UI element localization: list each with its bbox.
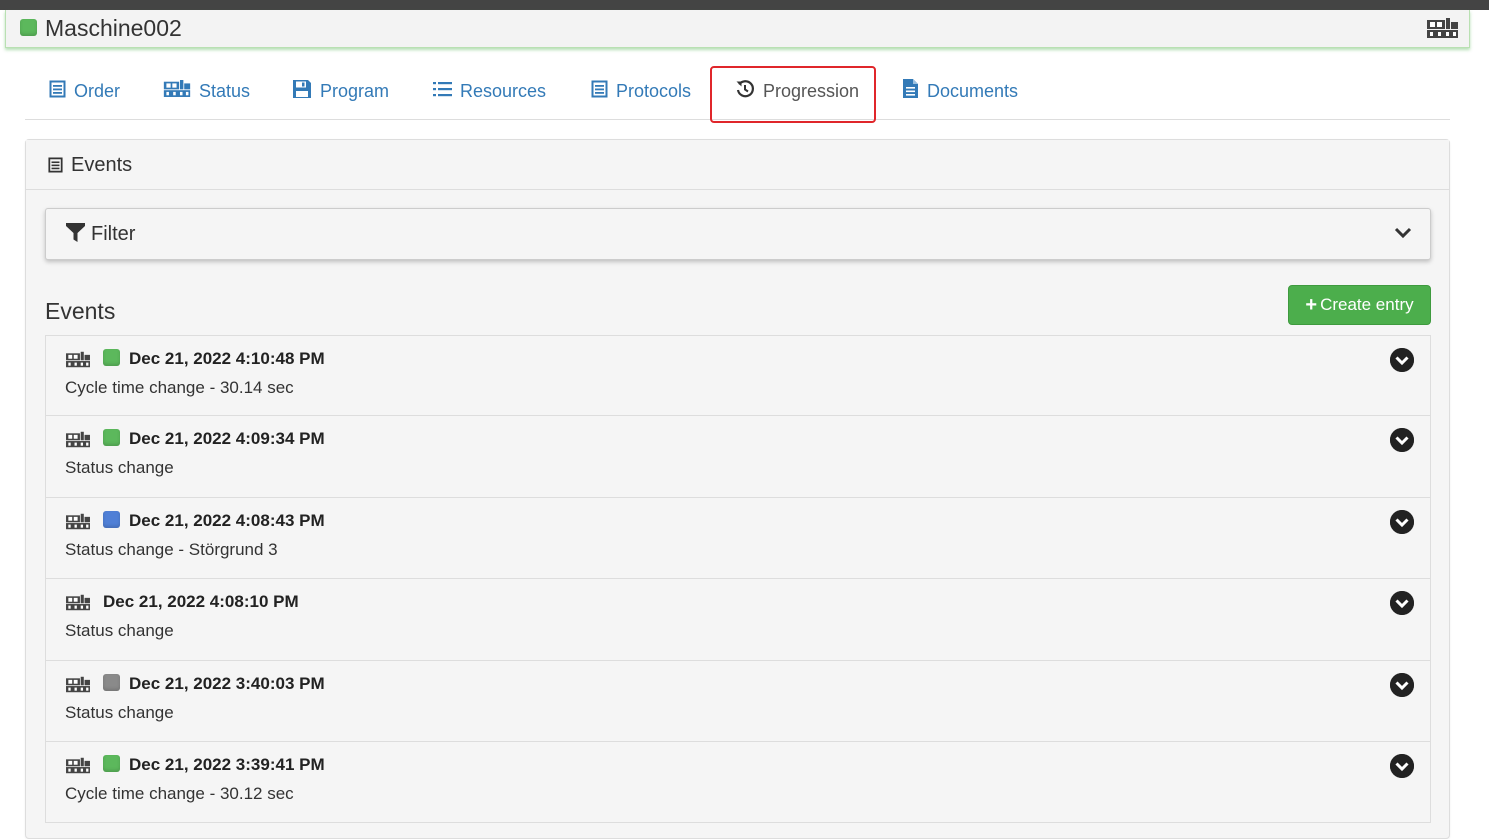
event-description: Status change - Störgrund 3 xyxy=(65,539,278,559)
event-description: Cycle time change - 30.14 sec xyxy=(65,378,294,397)
panel-title: Events xyxy=(71,154,133,176)
filter-icon xyxy=(66,223,85,247)
list-icon xyxy=(433,81,460,102)
expand-chevron-icon[interactable] xyxy=(1390,753,1414,778)
expand-chevron-icon[interactable] xyxy=(1390,672,1414,697)
machine-status-indicator xyxy=(20,19,37,36)
event-item[interactable]: Dec 21, 2022 4:08:43 PM Status change - S… xyxy=(45,497,1431,580)
event-item[interactable]: Dec 21, 2022 3:39:41 PM Cycle time change… xyxy=(45,741,1431,824)
list-alt-icon xyxy=(591,80,616,103)
tab-resources[interactable]: Resources xyxy=(433,62,546,120)
event-date: Dec 21, 2022 4:10:48 PM xyxy=(129,349,325,368)
status-indicator xyxy=(103,429,120,447)
event-description: Cycle time change - 30.12 sec xyxy=(65,783,294,803)
active-tab-highlight xyxy=(710,66,876,123)
events-list: Dec 21, 2022 4:10:48 PM Cycle time change… xyxy=(45,335,1431,824)
tab-protocols[interactable]: Protocols xyxy=(591,62,691,120)
event-date: Dec 21, 2022 4:09:34 PM xyxy=(129,429,325,449)
status-indicator xyxy=(103,754,120,772)
machine-icon xyxy=(163,79,199,103)
list-alt-icon xyxy=(48,157,63,178)
tab-label: Status xyxy=(199,80,251,101)
machine-icon xyxy=(65,676,91,698)
event-description: Status change xyxy=(65,458,174,478)
list-alt-icon xyxy=(49,80,74,103)
filter-label: Filter xyxy=(91,223,136,245)
event-description: Status change xyxy=(65,621,174,641)
tab-order[interactable]: Order xyxy=(49,62,120,120)
machine-icon xyxy=(65,513,91,535)
event-date: Dec 21, 2022 3:39:41 PM xyxy=(129,754,325,774)
tab-label: Program xyxy=(320,80,390,101)
status-indicator xyxy=(103,349,120,366)
event-date: Dec 21, 2022 4:08:10 PM xyxy=(103,592,299,612)
machine-icon xyxy=(65,594,91,616)
machine-icon xyxy=(65,431,91,453)
tab-program[interactable]: Program xyxy=(292,62,389,120)
event-item[interactable]: Dec 21, 2022 4:10:48 PM Cycle time change… xyxy=(45,335,1431,417)
tab-status[interactable]: Status xyxy=(163,62,250,120)
expand-chevron-icon[interactable] xyxy=(1390,428,1414,453)
event-item[interactable]: Dec 21, 2022 3:40:03 PM Status change xyxy=(45,660,1431,742)
chevron-down-icon xyxy=(1394,226,1412,244)
event-date: Dec 21, 2022 3:40:03 PM xyxy=(129,673,325,693)
tab-label: Order xyxy=(74,80,121,101)
tab-documents[interactable]: Documents xyxy=(902,62,1018,120)
expand-chevron-icon[interactable] xyxy=(1390,509,1414,534)
event-description: Status change xyxy=(65,702,174,722)
machine-header: Maschine002 xyxy=(5,10,1470,48)
plus-icon: + xyxy=(1305,294,1318,316)
file-icon xyxy=(902,78,927,104)
tab-label: Resources xyxy=(460,80,547,101)
event-date: Dec 21, 2022 4:08:43 PM xyxy=(129,510,325,530)
event-item[interactable]: Dec 21, 2022 4:09:34 PM Status change xyxy=(45,416,1431,498)
status-indicator xyxy=(103,673,120,691)
expand-chevron-icon[interactable] xyxy=(1390,348,1414,372)
machine-title: Maschine002 xyxy=(45,15,182,41)
filter-toggle[interactable]: Filter xyxy=(45,208,1431,260)
events-panel: Events Filter Events + Create entry Dec … xyxy=(25,139,1450,839)
create-entry-label: Create entry xyxy=(1320,295,1414,314)
machine-icon xyxy=(65,757,91,779)
panel-header: Events xyxy=(26,140,1449,190)
status-indicator xyxy=(103,510,120,528)
events-heading: Events xyxy=(45,298,116,324)
event-item[interactable]: Dec 21, 2022 4:08:10 PM Status change xyxy=(45,579,1431,661)
machine-icon[interactable] xyxy=(1426,17,1459,44)
tab-label: Protocols xyxy=(616,80,692,101)
machine-icon xyxy=(65,351,91,373)
window-top-bar xyxy=(0,0,1489,10)
tab-label: Documents xyxy=(927,80,1019,101)
floppy-disk-icon xyxy=(292,79,320,104)
create-entry-button[interactable]: + Create entry xyxy=(1288,285,1431,325)
expand-chevron-icon[interactable] xyxy=(1390,591,1414,616)
